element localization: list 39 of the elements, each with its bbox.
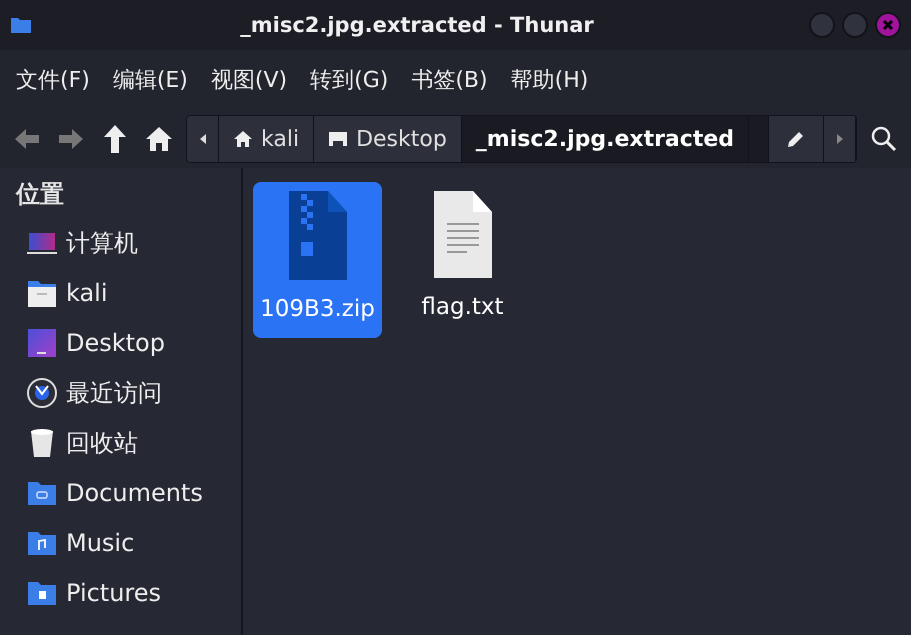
close-button[interactable] bbox=[875, 12, 901, 38]
caret-left-icon bbox=[198, 133, 206, 145]
sidebar-item[interactable]: 回收站 bbox=[16, 418, 138, 468]
sidebar-item[interactable]: Music bbox=[16, 518, 134, 568]
menu-item[interactable]: 文件(F) bbox=[14, 65, 92, 95]
sidebar-heading: 位置 bbox=[16, 179, 65, 210]
menu-item[interactable]: 视图(V) bbox=[208, 65, 290, 95]
zip-file-icon bbox=[288, 190, 348, 282]
sidebar-item[interactable]: Documents bbox=[16, 468, 203, 518]
caret-right-icon bbox=[836, 133, 844, 145]
search-icon bbox=[871, 126, 897, 152]
clock-icon bbox=[26, 377, 58, 409]
forward-arrow-icon bbox=[57, 127, 85, 151]
close-icon bbox=[882, 19, 894, 31]
back-arrow-icon bbox=[13, 127, 41, 151]
sidebar-item[interactable]: 计算机 bbox=[16, 218, 138, 268]
desktop-folder-icon bbox=[26, 327, 58, 359]
menu-item[interactable]: 编辑(E) bbox=[110, 65, 190, 95]
window-title: _misc2.jpg.extracted - Thunar bbox=[239, 13, 595, 37]
sidebar-item[interactable]: 最近访问 bbox=[16, 368, 162, 418]
menu-item[interactable]: 书签(B) bbox=[409, 65, 490, 95]
up-arrow-icon bbox=[103, 124, 127, 154]
path-button[interactable]: Desktop bbox=[314, 116, 462, 162]
sidebar-item[interactable]: Pictures bbox=[16, 568, 162, 618]
file-item[interactable]: flag.txt bbox=[398, 182, 527, 338]
home-icon bbox=[233, 130, 253, 148]
folder-icon bbox=[10, 16, 32, 34]
menu-item[interactable]: 帮助(H) bbox=[508, 65, 590, 95]
menu-item[interactable]: 转到(G) bbox=[308, 65, 390, 95]
pencil-icon bbox=[787, 130, 805, 148]
sidebar-item[interactable]: Desktop bbox=[16, 318, 165, 368]
scroll-left-button[interactable] bbox=[187, 116, 219, 162]
sidebar-item[interactable]: kali bbox=[16, 268, 108, 318]
path-button[interactable]: kali bbox=[219, 116, 314, 162]
text-file-icon bbox=[432, 190, 492, 280]
file-item[interactable]: 109B3.zip bbox=[253, 182, 382, 338]
home-icon bbox=[145, 126, 173, 152]
edit-location-button[interactable] bbox=[768, 116, 824, 162]
desktop-icon bbox=[328, 131, 348, 147]
